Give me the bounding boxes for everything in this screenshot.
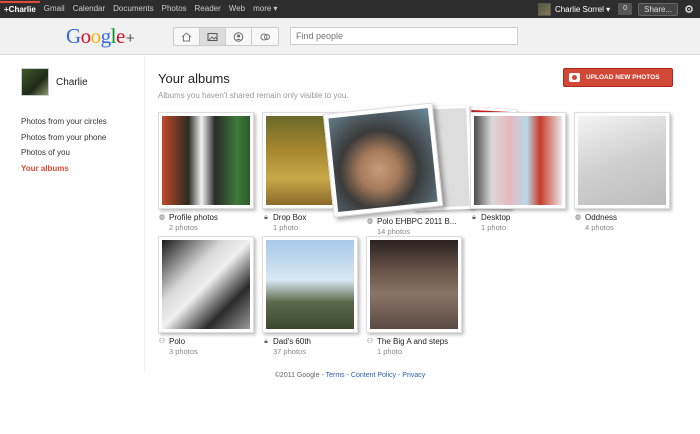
album-name[interactable]: Desktop bbox=[481, 213, 510, 222]
page-subtitle: Albums you haven't shared remain only vi… bbox=[158, 91, 349, 100]
photo-count: 1 photo bbox=[377, 347, 403, 356]
album-card[interactable]: ⚇ Polo 3 photos bbox=[158, 236, 254, 356]
google-plus-header: Google+ bbox=[0, 18, 700, 55]
album-name[interactable]: Dad's 60th bbox=[273, 337, 311, 346]
profile-name[interactable]: Charlie bbox=[56, 77, 88, 88]
sidebar-item-photos-of-you[interactable]: Photos of you bbox=[21, 145, 107, 161]
terms-link[interactable]: Terms bbox=[326, 372, 345, 379]
profile-icon[interactable] bbox=[226, 28, 252, 45]
account-area: Charlie Sorrel ▾ 0 Share... ⚙ bbox=[537, 0, 700, 18]
content-policy-link[interactable]: Content Policy bbox=[351, 372, 396, 379]
lock-icon: 🔒︎ bbox=[472, 213, 476, 221]
account-menu[interactable]: Charlie Sorrel ▾ bbox=[555, 5, 610, 14]
sidebar-item-phone[interactable]: Photos from your phone bbox=[21, 130, 107, 146]
circles-icon: ⚇ bbox=[158, 337, 166, 345]
photo-nav: Photos from your circles Photos from you… bbox=[21, 114, 107, 176]
home-icon[interactable] bbox=[174, 28, 200, 45]
camera-icon bbox=[569, 73, 580, 82]
gear-icon[interactable]: ⚙ bbox=[684, 3, 694, 16]
notification-count[interactable]: 0 bbox=[618, 3, 633, 15]
circles-icon[interactable] bbox=[252, 28, 278, 45]
privacy-link[interactable]: Privacy bbox=[402, 372, 425, 379]
album-card[interactable]: ⚇ The Big A and steps 1 photo bbox=[366, 236, 462, 356]
sidebar: Charlie Photos from your circles Photos … bbox=[0, 56, 145, 371]
album-thumbnail[interactable] bbox=[574, 112, 670, 209]
album-card[interactable]: ◍ Profile photos 2 photos bbox=[158, 112, 254, 232]
album-card[interactable]: ◍ Oddness 4 photos bbox=[574, 112, 670, 232]
photo-count: 3 photos bbox=[169, 347, 198, 356]
sidebar-item-your-albums[interactable]: Your albums bbox=[21, 161, 107, 177]
album-thumbnail[interactable] bbox=[158, 236, 254, 333]
album-thumbnail[interactable] bbox=[322, 102, 444, 218]
upload-label: UPLOAD NEW PHOTOS bbox=[586, 74, 660, 81]
top-nav-links: +Charlie Gmail Calendar Documents Photos… bbox=[0, 0, 282, 18]
stream-tabs bbox=[173, 27, 279, 46]
nav-photos[interactable]: Photos bbox=[158, 0, 191, 18]
album-card[interactable]: 🔒︎ Dad's 60th 37 photos bbox=[262, 236, 358, 356]
user-avatar[interactable] bbox=[537, 2, 551, 16]
nav-documents[interactable]: Documents bbox=[109, 0, 157, 18]
album-name[interactable]: Profile photos bbox=[169, 213, 218, 222]
photos-icon[interactable] bbox=[200, 28, 226, 45]
album-name[interactable]: The Big A and steps bbox=[377, 337, 448, 346]
photo-count: 14 photos bbox=[377, 227, 410, 236]
nav-calendar[interactable]: Calendar bbox=[69, 0, 109, 18]
album-name[interactable]: Oddness bbox=[585, 213, 617, 222]
nav-reader[interactable]: Reader bbox=[191, 0, 225, 18]
lock-icon: 🔒︎ bbox=[264, 213, 268, 221]
sidebar-item-circles[interactable]: Photos from your circles bbox=[21, 114, 107, 130]
album-thumbnail[interactable] bbox=[262, 236, 358, 333]
find-people-input[interactable] bbox=[290, 27, 518, 45]
album-card[interactable]: 🔒︎ Desktop 1 photo bbox=[470, 112, 566, 232]
public-icon: ◍ bbox=[158, 213, 166, 221]
page-title: Your albums bbox=[158, 71, 230, 86]
top-navigation-bar: +Charlie Gmail Calendar Documents Photos… bbox=[0, 0, 700, 18]
album-name[interactable]: Drop Box bbox=[273, 213, 306, 222]
public-icon: ◍ bbox=[574, 213, 582, 221]
photo-count: 37 photos bbox=[273, 347, 306, 356]
album-name[interactable]: Polo bbox=[169, 337, 185, 346]
lock-icon: 🔒︎ bbox=[264, 337, 268, 345]
copyright: ©2011 Google bbox=[274, 372, 320, 379]
photo-count: 4 photos bbox=[585, 223, 614, 232]
nav-more[interactable]: more ▾ bbox=[249, 0, 281, 18]
nav-gmail[interactable]: Gmail bbox=[40, 0, 69, 18]
album-thumbnail[interactable] bbox=[366, 236, 462, 333]
nav-web[interactable]: Web bbox=[225, 0, 249, 18]
album-thumbnail[interactable] bbox=[158, 112, 254, 209]
footer: ©2011 Google - Terms - Content Policy - … bbox=[274, 372, 426, 379]
photo-count: 2 photos bbox=[169, 223, 198, 232]
public-icon: ◍ bbox=[366, 217, 374, 225]
share-button[interactable]: Share... bbox=[638, 2, 679, 16]
album-thumbnail[interactable] bbox=[470, 112, 566, 209]
nav-plus-profile[interactable]: +Charlie bbox=[0, 1, 40, 17]
sidebar-profile[interactable]: Charlie bbox=[21, 68, 88, 96]
photo-count: 1 photo bbox=[481, 223, 507, 232]
circles-icon: ⚇ bbox=[366, 337, 374, 345]
google-plus-logo[interactable]: Google+ bbox=[66, 24, 135, 49]
upload-photos-button[interactable]: UPLOAD NEW PHOTOS bbox=[563, 68, 673, 87]
album-name[interactable]: Polo EHBPC 2011 B... bbox=[377, 217, 456, 226]
avatar[interactable] bbox=[21, 68, 49, 96]
photo-count: 1 photo bbox=[273, 223, 299, 232]
